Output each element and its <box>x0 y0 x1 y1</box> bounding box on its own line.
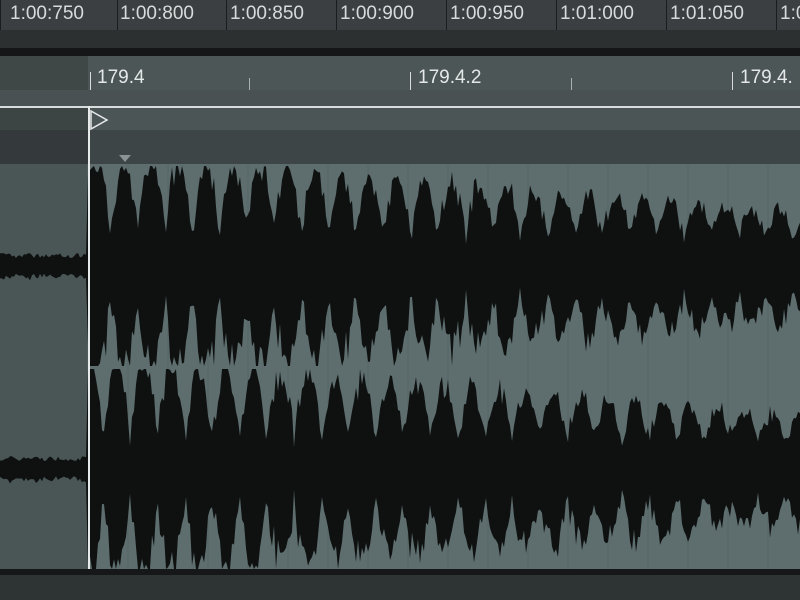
waveform-channel-2 <box>0 369 800 569</box>
time-tick <box>226 0 227 30</box>
divider <box>0 48 800 56</box>
time-ruler[interactable]: 1:00:750 1:00:800 1:00:850 1:00:900 1:00… <box>0 0 800 30</box>
clip-header-strip-pre <box>0 130 88 164</box>
beat-label: 179.4.2 <box>418 67 482 88</box>
waveform-svg <box>0 164 800 569</box>
beat-tick <box>90 72 91 90</box>
waveform-display[interactable] <box>0 164 800 569</box>
time-tick <box>117 0 118 30</box>
beat-label: 179.4 <box>97 67 145 88</box>
start-marker-flag-icon[interactable] <box>90 110 110 132</box>
time-label: 1:01:000 <box>560 3 634 24</box>
time-tick <box>776 0 777 30</box>
time-label: 1:00:950 <box>450 3 524 24</box>
time-tick <box>336 0 337 30</box>
warp-marker-icon[interactable] <box>119 155 133 163</box>
time-label: 1:01:050 <box>670 3 744 24</box>
beat-tick <box>732 72 733 90</box>
beat-tick <box>571 78 572 90</box>
time-label: 1:00:800 <box>120 3 194 24</box>
start-marker-line[interactable] <box>88 106 90 569</box>
scroll-band[interactable] <box>0 30 800 48</box>
time-label: 1:00:750 <box>10 3 84 24</box>
time-tick <box>446 0 447 30</box>
time-label: 1:01:100 <box>780 3 800 24</box>
time-tick <box>556 0 557 30</box>
beat-ruler-pre-region <box>0 56 88 90</box>
time-label: 1:00:850 <box>230 3 304 24</box>
time-tick <box>666 0 667 30</box>
time-tick <box>0 0 1 30</box>
start-marker-strip-pre <box>0 108 88 130</box>
time-label: 1:00:900 <box>340 3 414 24</box>
beat-tick <box>249 78 250 90</box>
beat-tick <box>410 72 411 90</box>
ruler-spacer <box>0 90 800 106</box>
bottom-scroll-area[interactable] <box>0 575 800 600</box>
start-marker-strip[interactable] <box>0 108 800 130</box>
beat-ruler[interactable]: 179.4 179.4.2 179.4. <box>0 56 800 90</box>
waveform-channel-1 <box>0 166 800 366</box>
beat-label: 179.4. <box>740 67 793 88</box>
